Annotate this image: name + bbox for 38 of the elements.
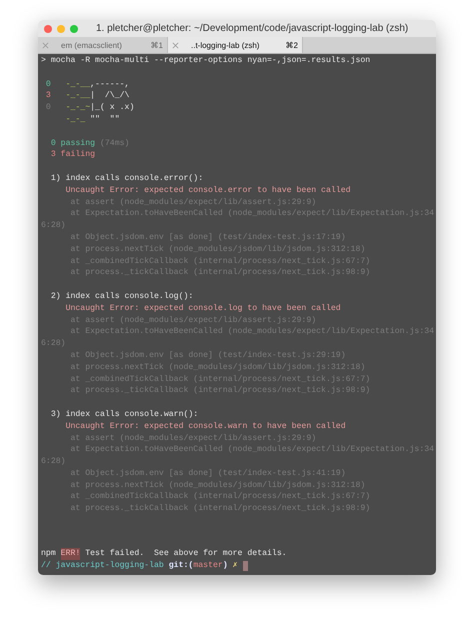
- tab-label: ..t-logging-lab (zsh): [191, 40, 260, 50]
- rainbow-trail: -_-_: [64, 114, 86, 126]
- dirty-mark: ✗: [232, 560, 238, 572]
- terminal-text: Test failed. See above for more details.: [84, 548, 287, 560]
- window-title: 1. pletcher@pletcher: ~/Development/code/javascript-logging-lab (zsh): [96, 23, 408, 34]
- tab-shortcut: ⌘1: [150, 40, 163, 50]
- rainbow-trail: -_-__: [64, 78, 90, 90]
- pass-text: 0: [44, 78, 51, 90]
- pass-text: 0 passing: [50, 138, 96, 150]
- rainbow-trail: -_-_~: [64, 102, 90, 114]
- zoom-button[interactable]: [70, 24, 78, 32]
- close-icon[interactable]: [42, 42, 49, 48]
- terminal-text: 2) index calls console.log():: [50, 290, 194, 303]
- fail-text: 3: [44, 90, 51, 102]
- close-icon[interactable]: [172, 42, 179, 48]
- tab-shortcut: ⌘2: [286, 40, 298, 50]
- error-message: Uncaught Error: expected console.log to have been called: [64, 302, 341, 315]
- error-message: Uncaught Error: expected console.error to have been called: [64, 184, 351, 197]
- fail-text: master: [193, 560, 223, 572]
- error-message: Uncaught Error: expected console.warn to have been called: [64, 420, 346, 432]
- terminal-text: | /\_/\: [90, 90, 130, 102]
- git-label: ): [222, 560, 228, 572]
- terminal-text: |_( x .x): [90, 102, 134, 114]
- prompt-path: // javascript-logging-lab: [41, 560, 165, 572]
- fail-text: 3 failing: [50, 149, 96, 162]
- tab-label: em (emacsclient): [61, 40, 123, 50]
- error-badge: ERR!: [60, 548, 80, 560]
- terminal-text: "" "": [89, 114, 120, 126]
- terminal-text: > mocha -R mocha-multi --reporter-options nyan=-,json=.results.json: [41, 55, 370, 67]
- git-label: git:(: [168, 560, 194, 572]
- tab[interactable]: ..t-logging-lab (zsh) ⌘2: [168, 37, 303, 53]
- rainbow-trail: -_-__: [64, 90, 90, 102]
- terminal-text: 1) index calls console.error():: [50, 172, 204, 185]
- terminal-text: npm: [41, 548, 57, 560]
- terminal-text: ,------,: [90, 78, 130, 90]
- terminal-text: 3) index calls console.warn():: [50, 408, 198, 421]
- minimize-button[interactable]: [57, 24, 65, 32]
- close-button[interactable]: [44, 24, 52, 32]
